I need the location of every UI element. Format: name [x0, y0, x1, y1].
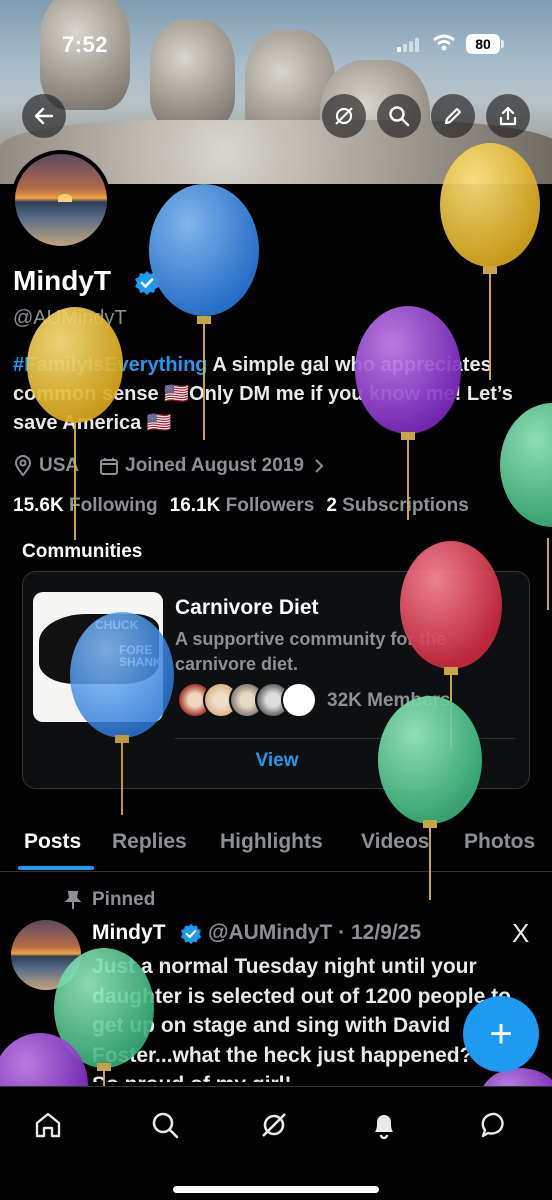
active-tab-indicator	[18, 866, 94, 870]
signal-icon	[397, 36, 423, 52]
grok-button[interactable]	[322, 94, 366, 138]
status-time: 7:52	[62, 32, 109, 57]
calendar-icon	[100, 458, 119, 475]
edit-button[interactable]	[431, 94, 475, 138]
search-button[interactable]	[377, 94, 421, 138]
profile-handle: @AUMindyT	[13, 307, 127, 329]
profile-meta: USA Joined August 2019	[13, 454, 326, 478]
communities-heading: Communities	[22, 541, 143, 562]
battery-indicator: 80	[466, 34, 500, 54]
grok-icon	[335, 107, 353, 125]
post-handle-date: @AUMindyT · 12/9/25	[208, 921, 422, 944]
community-image-text-1: CHUCK	[95, 618, 139, 632]
plus-icon: +	[489, 1012, 513, 1056]
profile-joined-date: Joined August 2019	[125, 455, 304, 476]
bottom-navigation	[0, 1086, 552, 1200]
subscriptions-stat[interactable]: 2 Subscriptions	[326, 495, 469, 517]
x-logo-icon: X	[512, 918, 530, 948]
community-image: CHUCK FORE SHANK	[33, 592, 163, 722]
subscriptions-label: Subscriptions	[342, 495, 469, 516]
community-card[interactable]: CHUCK FORE SHANK Carnivore Diet A suppor…	[22, 571, 530, 789]
pinned-label: Pinned	[92, 889, 156, 910]
verified-badge-icon	[180, 923, 202, 945]
arrow-left-icon	[34, 107, 54, 125]
share-icon	[499, 106, 517, 126]
post-author-name[interactable]: MindyT	[92, 921, 166, 945]
community-members: 32K Members	[327, 690, 451, 711]
profile-location: USA	[39, 455, 80, 476]
post-avatar[interactable]	[11, 920, 81, 990]
tab-replies[interactable]: Replies	[112, 830, 187, 854]
followers-count: 16.1K	[169, 495, 221, 516]
profile-name: MindyT	[13, 265, 111, 296]
tab-videos[interactable]: Videos	[361, 830, 429, 854]
compose-post-button[interactable]: +	[463, 996, 539, 1072]
nav-search-button[interactable]	[145, 1105, 185, 1145]
pencil-icon	[444, 107, 462, 125]
tab-highlights[interactable]: Highlights	[220, 830, 323, 854]
card-divider	[175, 738, 515, 739]
notifications-icon	[375, 1115, 393, 1140]
profile-tabs: Posts Replies Highlights Videos Photos	[0, 826, 552, 872]
nav-home-button[interactable]	[28, 1105, 68, 1145]
search-icon	[152, 1112, 179, 1139]
avatar	[281, 682, 317, 718]
chevron-right-icon[interactable]	[312, 457, 326, 475]
nav-notifications-button[interactable]	[364, 1105, 404, 1145]
community-image-text-2: FORE SHANK	[119, 643, 162, 669]
home-indicator[interactable]	[173, 1186, 379, 1193]
view-community-button[interactable]: View	[23, 750, 531, 772]
pin-icon	[64, 891, 82, 909]
location-pin-icon	[14, 455, 32, 477]
status-bar: 7:52 80	[0, 30, 552, 60]
search-icon	[389, 106, 410, 127]
wifi-icon	[433, 34, 455, 51]
tab-posts[interactable]: Posts	[24, 830, 81, 854]
home-icon	[35, 1112, 61, 1138]
messages-icon	[481, 1112, 504, 1138]
subscriptions-count: 2	[326, 495, 337, 516]
community-description: A supportive community for the carnivore…	[175, 629, 447, 674]
battery-tip	[501, 40, 504, 48]
tab-photos[interactable]: Photos	[464, 830, 535, 854]
share-button[interactable]	[486, 94, 530, 138]
grok-icon	[262, 1113, 286, 1137]
back-button[interactable]	[22, 94, 66, 138]
followers-label: Followers	[225, 495, 315, 516]
profile-stats: 15.6K Following 16.1K Followers 2 Subscr…	[13, 495, 469, 517]
profile-bio: #FamilyIsEverything A simple gal who app…	[13, 351, 533, 438]
following-count: 15.6K	[13, 495, 64, 516]
nav-messages-button[interactable]	[475, 1105, 515, 1145]
nav-grok-button[interactable]	[254, 1105, 294, 1145]
following-label: Following	[68, 495, 158, 516]
followers-stat[interactable]: 16.1K Followers	[170, 495, 315, 517]
bio-hashtag-link[interactable]: #FamilyIsEverything	[13, 354, 208, 376]
community-title: Carnivore Diet	[175, 596, 319, 619]
profile-avatar[interactable]	[11, 150, 111, 250]
verified-badge-icon[interactable]	[134, 270, 160, 296]
following-stat[interactable]: 15.6K Following	[13, 495, 158, 517]
